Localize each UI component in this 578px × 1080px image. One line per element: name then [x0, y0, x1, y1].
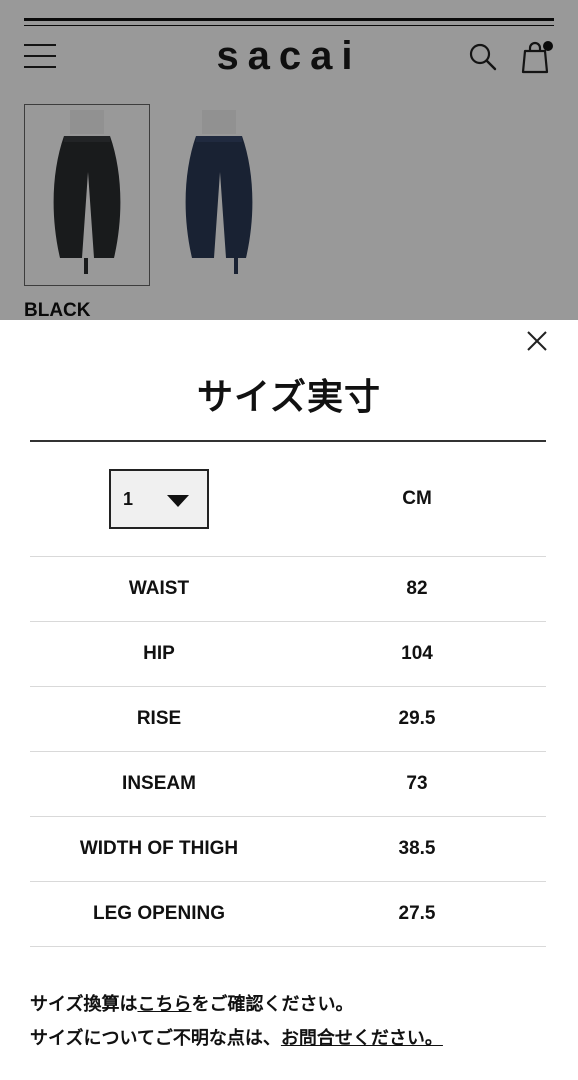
row-label: HIP: [143, 643, 175, 664]
size-select-value: 1: [123, 488, 134, 509]
row-label: INSEAM: [122, 773, 196, 794]
note1-text-after: をご確認ください。: [191, 994, 354, 1015]
size-conversion-link[interactable]: こちら: [137, 994, 191, 1015]
row-value: 73: [406, 773, 428, 794]
row-label: LEG OPENING: [93, 903, 225, 924]
inquiry-note: サイズについてご不明な点は、お問合せください。: [30, 1022, 443, 1056]
size-chart-modal: サイズ実寸 1 CM WAIST 82 HIP 104 RISE 29.5 IN…: [0, 320, 578, 1080]
table-header-row: 1 CM: [30, 442, 546, 557]
row-value: 29.5: [398, 708, 436, 729]
note1-text: サイズ換算は: [30, 994, 138, 1015]
table-row: WAIST 82: [30, 557, 546, 622]
row-value: 38.5: [398, 838, 436, 859]
table-row: RISE 29.5: [30, 687, 546, 752]
table-row: WIDTH OF THIGH 38.5: [30, 817, 546, 882]
contact-link[interactable]: お問合せください。: [281, 1028, 443, 1049]
table-row: INSEAM 73: [30, 752, 546, 817]
row-value: 27.5: [398, 903, 436, 924]
size-conversion-note: サイズ換算はこちらをご確認ください。: [30, 988, 443, 1022]
row-label: WAIST: [128, 578, 190, 599]
close-icon[interactable]: [526, 330, 548, 352]
row-label: RISE: [136, 708, 182, 729]
modal-backdrop[interactable]: [0, 0, 578, 320]
row-label: WIDTH OF THIGH: [79, 838, 239, 859]
table-row: HIP 104: [30, 622, 546, 687]
row-value: 104: [401, 643, 433, 664]
chevron-down-icon: [167, 495, 189, 507]
size-table: 1 CM WAIST 82 HIP 104 RISE 29.5 INSEAM 7…: [30, 442, 546, 947]
row-value: 82: [406, 578, 428, 599]
size-select[interactable]: 1: [109, 469, 209, 529]
note2-text: サイズについてご不明な点は、: [30, 1028, 281, 1049]
table-row: LEG OPENING 27.5: [30, 882, 546, 947]
modal-title: サイズ実寸: [197, 377, 381, 418]
unit-header: CM: [402, 488, 432, 509]
size-notes: サイズ換算はこちらをご確認ください。 サイズについてご不明な点は、お問合せくださ…: [30, 988, 443, 1056]
